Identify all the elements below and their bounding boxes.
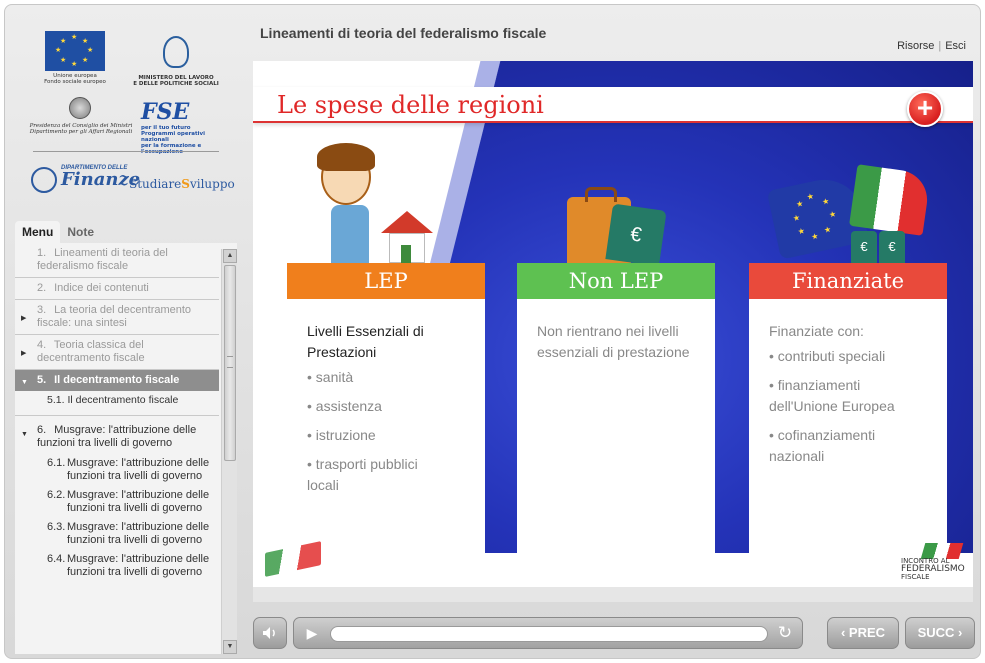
slide-title: Le spese delle regioni	[277, 91, 544, 119]
slide: Le spese delle regioni + € ★ ★ ★ ★ ★ ★ ★ ★ € …	[253, 61, 973, 602]
slide-title-bar: Le spese delle regioni	[253, 87, 973, 123]
submenu-item-5-1[interactable]: 5.1. Il decentramento fiscale	[15, 391, 219, 416]
top-links: Risorse | Esci	[897, 40, 966, 52]
playback-bar: ▶ ↻	[293, 617, 803, 649]
incontro-federalismo-logo: INCONTRO AL FEDERALISMO FISCALE	[901, 543, 965, 583]
non-lep-text: Non rientrano nei livelli essenziali di …	[537, 323, 690, 360]
play-icon[interactable]: ▶	[300, 621, 324, 645]
child-illustration-hair	[317, 143, 375, 171]
house-icon	[381, 211, 433, 263]
submenu-item-6-3[interactable]: 6.3. Musgrave: l'attribuzione delle funzi…	[15, 518, 219, 550]
euro-tag-icon: €	[605, 203, 667, 267]
finanze-emblem-icon	[31, 167, 57, 193]
fse-brand: FSE	[141, 99, 190, 125]
finanziate-bullet: • contributi speciali	[769, 348, 886, 364]
collapse-arrow-icon[interactable]: ▼	[21, 428, 28, 441]
lep-lead-text: Livelli Essenziali di Prestazioni	[307, 323, 424, 360]
menu-panel: 1. Lineamenti di teoria del federalismo …	[15, 243, 237, 654]
corner-logo-line3: FISCALE	[901, 573, 930, 581]
logo-divider	[33, 151, 219, 152]
link-separator: |	[938, 40, 942, 52]
prev-button[interactable]: ‹ PREC	[827, 617, 899, 649]
course-player: ★ ★ ★ ★ ★ ★ ★ ★ Unione europea Fondo sociale …	[4, 4, 981, 659]
course-title: Lineamenti di teoria del federalismo fis…	[260, 25, 547, 41]
exit-link[interactable]: Esci	[945, 40, 966, 52]
expand-arrow-icon[interactable]: ▶	[21, 312, 26, 325]
eu-flag-logo: ★ ★ ★ ★ ★ ★ ★ ★	[45, 31, 105, 71]
finanziate-lead-text: Finanziate con:	[769, 323, 864, 339]
player-controls: ▶ ↻ ‹ PREC SUCC ›	[253, 617, 975, 651]
menu-item-4[interactable]: ▶ 4. Teoria classica del decentramento f…	[15, 335, 219, 370]
column-body-non-lep: Non rientrano nei livelli essenziali di …	[517, 299, 715, 363]
tab-note[interactable]: Note	[60, 221, 101, 243]
lep-bullet: • istruzione	[307, 427, 376, 443]
submenu-item-6-2[interactable]: 6.2. Musgrave: l'attribuzione delle funzi…	[15, 486, 219, 518]
menu-item-5-current[interactable]: ▼ 5. Il decentramento fiscale	[15, 370, 219, 391]
menu-item-2[interactable]: 2. Indice dei contenuti	[15, 278, 219, 300]
child-illustration-body	[331, 205, 369, 263]
euro-tag-icon: €	[851, 231, 877, 263]
triangle-down-icon[interactable]: ▼	[223, 640, 237, 654]
finanziate-bullet: • cofinanziamenti nazionali	[769, 427, 876, 464]
finanziate-bullet: • finanziamenti dell'Unione Europea	[769, 377, 895, 414]
menu-item-6[interactable]: ▼ 6. Musgrave: l'attribuzione delle funz…	[15, 416, 219, 454]
resources-link[interactable]: Risorse	[897, 40, 934, 52]
sidebar: ★ ★ ★ ★ ★ ★ ★ ★ Unione europea Fondo sociale …	[11, 5, 237, 660]
finanze-logo: DIPARTIMENTO DELLE Finanze	[31, 165, 140, 195]
studiare-sviluppo-logo: StudiareSviluppo	[129, 177, 235, 191]
column-heading-non-lep: Non LEP	[517, 263, 715, 299]
replay-icon[interactable]: ↻	[774, 622, 796, 644]
scrollbar-thumb[interactable]	[224, 265, 236, 461]
column-heading-lep: LEP	[287, 263, 485, 299]
tab-menu[interactable]: Menu	[15, 221, 61, 243]
column-non-lep: Non LEP Non rientrano nei livelli essenz…	[517, 263, 715, 602]
menu-item-3[interactable]: ▶ 3. La teoria del decentramento fiscale…	[15, 300, 219, 335]
republic-emblem-icon	[69, 97, 91, 119]
submenu-item-6-1[interactable]: 6.1. Musgrave: l'attribuzione delle funzi…	[15, 454, 219, 486]
column-body-lep: Livelli Essenziali di Prestazioni • sani…	[287, 299, 485, 496]
euro-tag-icon: €	[879, 231, 905, 263]
menu-item-1[interactable]: 1. Lineamenti di teoria del federalismo …	[15, 243, 219, 278]
lep-bullet: • sanità	[307, 369, 354, 385]
expand-arrow-icon[interactable]: ▶	[21, 347, 26, 360]
menu-list: 1. Lineamenti di teoria del federalismo …	[15, 243, 219, 582]
column-body-finanziate: Finanziate con: • contributi speciali • …	[749, 299, 947, 467]
slide-bottom-strip	[253, 587, 973, 602]
column-heading-finanziate: Finanziate	[749, 263, 947, 299]
lep-bullet: • trasporti pubblici locali	[307, 456, 418, 493]
plus-button[interactable]: +	[907, 91, 943, 127]
presidency-caption: Presidenza del Consiglio dei Ministri Di…	[29, 123, 133, 135]
triangle-up-icon[interactable]: ▲	[223, 249, 237, 263]
menu-scrollbar[interactable]: ▲ ▼	[221, 249, 237, 654]
sidebar-tabs: Menu Note	[15, 221, 101, 243]
speaker-icon[interactable]	[253, 617, 287, 649]
next-button[interactable]: SUCC ›	[905, 617, 975, 649]
eu-caption: Unione europea Fondo sociale europeo	[44, 73, 106, 85]
progress-bar[interactable]	[330, 626, 768, 642]
ministry-emblem-icon	[163, 36, 189, 68]
submenu-item-6-4[interactable]: 6.4. Musgrave: l'attribuzione delle funzi…	[15, 550, 219, 582]
logos-area: ★ ★ ★ ★ ★ ★ ★ ★ Unione europea Fondo sociale …	[11, 5, 237, 215]
ministry-caption: MINISTERO DEL LAVORO E DELLE POLITICHE S…	[133, 75, 219, 87]
lep-bullet: • assistenza	[307, 398, 382, 414]
fse-logo: FSE per il tuo futuro Programmi operativ…	[141, 99, 225, 155]
collapse-arrow-icon[interactable]: ▼	[21, 376, 28, 389]
